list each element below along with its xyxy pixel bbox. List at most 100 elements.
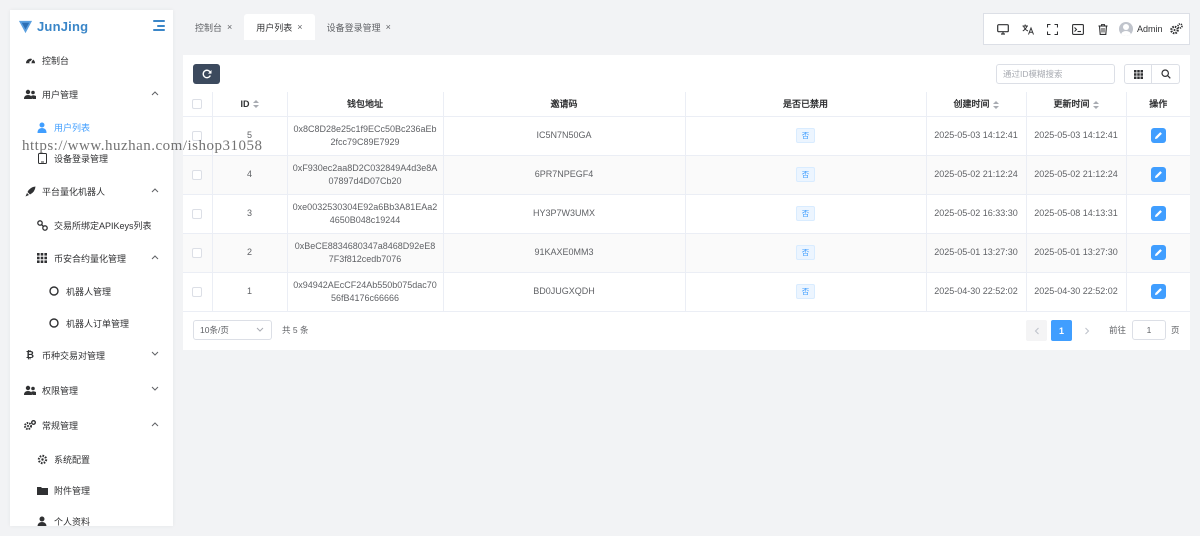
search-button[interactable] bbox=[1152, 64, 1180, 84]
sidebar-item-general[interactable]: 常规管理 bbox=[10, 410, 173, 440]
sidebar-item-label: 用户管理 bbox=[42, 89, 79, 100]
circle-icon bbox=[48, 317, 60, 329]
terminal-icon[interactable] bbox=[1065, 14, 1090, 44]
prev-page-button[interactable] bbox=[1026, 320, 1047, 341]
user-menu[interactable]: Admin bbox=[1119, 22, 1163, 36]
cell-actions bbox=[1126, 194, 1190, 234]
sidebar-item-robot-management[interactable]: 机器人管理 bbox=[10, 276, 173, 306]
fullscreen-icon[interactable] bbox=[1040, 14, 1065, 44]
table-toolbar-buttons bbox=[1124, 64, 1180, 84]
row-checkbox[interactable] bbox=[192, 286, 203, 297]
gears-icon bbox=[24, 419, 36, 431]
sidebar-item-label: 附件管理 bbox=[54, 485, 91, 496]
row-checkbox[interactable] bbox=[192, 130, 203, 141]
sidebar-item-user-management[interactable]: 用户管理 bbox=[10, 79, 173, 109]
cell-invite: BD0JUGXQDH bbox=[443, 272, 686, 312]
status-badge: 否 bbox=[795, 284, 816, 299]
translate-icon[interactable] bbox=[1015, 14, 1040, 44]
sidebar-item-system-config[interactable]: 系统配置 bbox=[10, 444, 173, 474]
user-list-panel: ID 钱包地址 邀请码 是否已禁用 创建时间 更新时间 操作 5 0x8C8D2… bbox=[183, 55, 1190, 350]
page-tabs: 控制台 × 用户列表 × 设备登录管理 × bbox=[183, 14, 403, 40]
cell-wallet: 0xF930ec2aa8D2C032849A4d3e8A 07897d4D07Cb… bbox=[287, 155, 444, 195]
sort-icon[interactable] bbox=[992, 100, 999, 109]
cell-disabled: 否 bbox=[685, 272, 927, 312]
sidebar-item-symbol-pairs[interactable]: ₿ 币种交易对管理 bbox=[10, 340, 173, 370]
key-icon bbox=[36, 219, 48, 231]
sort-icon[interactable] bbox=[1092, 100, 1099, 109]
wallet-line: 07897d4D07Cb20 bbox=[328, 175, 402, 186]
folder-icon bbox=[36, 484, 48, 496]
row-checkbox[interactable] bbox=[192, 247, 203, 258]
column-header-invite: 邀请码 bbox=[443, 92, 686, 117]
wallet-line: 7F3f812cedb7076 bbox=[328, 253, 402, 264]
sidebar-item-dashboard[interactable]: 控制台 bbox=[10, 45, 173, 75]
column-toggle-button[interactable] bbox=[1124, 64, 1152, 84]
current-page-button[interactable]: 1 bbox=[1051, 320, 1072, 341]
wallet-line: 56fB4176c66666 bbox=[330, 292, 400, 303]
sidebar-item-label: 交易所绑定APIKeys列表 bbox=[54, 220, 152, 231]
table-row: 5 0x8C8D28e25c1f9ECc50Bc236aEb 2fcc79C89E… bbox=[183, 116, 1190, 156]
sidebar-item-platform-robot[interactable]: 平台量化机器人 bbox=[10, 176, 173, 206]
grid-icon bbox=[1133, 69, 1143, 79]
trash-icon[interactable] bbox=[1090, 14, 1115, 44]
cell-invite: 6PR7NPEGF4 bbox=[443, 155, 686, 195]
chevron-up-icon bbox=[151, 255, 159, 260]
chevron-down-icon bbox=[151, 351, 159, 356]
wallet-line: 0xBeCE8834680347a8468D92eE8 bbox=[294, 240, 436, 251]
tab-device-login[interactable]: 设备登录管理 × bbox=[315, 14, 403, 40]
goto-page-input[interactable] bbox=[1132, 320, 1166, 340]
close-icon[interactable]: × bbox=[227, 22, 232, 32]
sidebar-item-device-login[interactable]: 设备登录管理 bbox=[10, 143, 173, 173]
row-checkbox[interactable] bbox=[192, 208, 203, 219]
sidebar-item-label: 个人资料 bbox=[54, 516, 91, 527]
tab-label: 设备登录管理 bbox=[326, 22, 381, 33]
user-table: ID 钱包地址 邀请码 是否已禁用 创建时间 更新时间 操作 5 0x8C8D2… bbox=[183, 92, 1190, 312]
user-name: Admin bbox=[1137, 24, 1163, 34]
select-all-checkbox[interactable] bbox=[192, 99, 203, 110]
sidebar-item-binance-quant[interactable]: 币安合约量化管理 bbox=[10, 243, 173, 273]
sidebar-item-label: 权限管理 bbox=[42, 385, 79, 396]
column-header-id[interactable]: ID bbox=[212, 92, 288, 117]
cell-actions bbox=[1126, 155, 1190, 195]
sort-icon[interactable] bbox=[252, 100, 259, 109]
sidebar-item-label: 系统配置 bbox=[54, 454, 91, 465]
sidebar-item-user-list[interactable]: 用户列表 bbox=[10, 112, 173, 142]
sidebar-item-permissions[interactable]: 权限管理 bbox=[10, 375, 173, 405]
logo-icon bbox=[18, 20, 33, 34]
edit-button[interactable] bbox=[1150, 245, 1166, 260]
table-row: 1 0x94942AEcCF24Ab550b075dac70 56fB4176c6… bbox=[183, 272, 1190, 312]
next-page-button[interactable] bbox=[1076, 320, 1097, 341]
wallet-line: 4650B048c19244 bbox=[329, 214, 401, 225]
pencil-icon bbox=[1154, 171, 1162, 178]
column-header-created[interactable]: 创建时间 bbox=[926, 92, 1027, 117]
circle-icon bbox=[48, 285, 60, 297]
row-checkbox[interactable] bbox=[192, 169, 203, 180]
close-icon[interactable]: × bbox=[297, 22, 302, 32]
edit-button[interactable] bbox=[1150, 128, 1166, 143]
cell-created: 2025-05-03 14:12:41 bbox=[926, 116, 1027, 156]
edit-button[interactable] bbox=[1150, 167, 1166, 182]
edit-button[interactable] bbox=[1150, 206, 1166, 221]
sidebar-item-profile[interactable]: 个人资料 bbox=[10, 506, 173, 526]
search-input[interactable] bbox=[996, 64, 1115, 84]
page-size-select[interactable]: 10条/页 bbox=[193, 320, 272, 340]
cell-wallet: 0xe0032530304E92a6Bb3A81EAa2 4650B048c192… bbox=[287, 194, 444, 234]
chevron-up-icon bbox=[151, 188, 159, 193]
menu-collapse-icon[interactable] bbox=[153, 20, 165, 31]
column-header-updated[interactable]: 更新时间 bbox=[1026, 92, 1127, 117]
sidebar-item-robot-orders[interactable]: 机器人订单管理 bbox=[10, 308, 173, 338]
monitor-icon[interactable] bbox=[990, 14, 1015, 44]
cell-updated: 2025-04-30 22:52:02 bbox=[1026, 272, 1127, 312]
sidebar-item-attachments[interactable]: 附件管理 bbox=[10, 475, 173, 505]
sidebar-item-exchange-apikeys[interactable]: 交易所绑定APIKeys列表 bbox=[10, 210, 173, 240]
tab-user-list[interactable]: 用户列表 × bbox=[244, 14, 315, 40]
pencil-icon bbox=[1154, 132, 1162, 139]
table-row: 3 0xe0032530304E92a6Bb3A81EAa2 4650B048c1… bbox=[183, 194, 1190, 234]
close-icon[interactable]: × bbox=[386, 22, 391, 32]
pencil-icon bbox=[1154, 288, 1162, 295]
settings-gears-icon[interactable] bbox=[1170, 23, 1183, 35]
refresh-button[interactable] bbox=[193, 64, 220, 84]
tab-dashboard[interactable]: 控制台 × bbox=[183, 14, 244, 40]
cell-created: 2025-05-01 13:27:30 bbox=[926, 233, 1027, 273]
edit-button[interactable] bbox=[1150, 284, 1166, 299]
